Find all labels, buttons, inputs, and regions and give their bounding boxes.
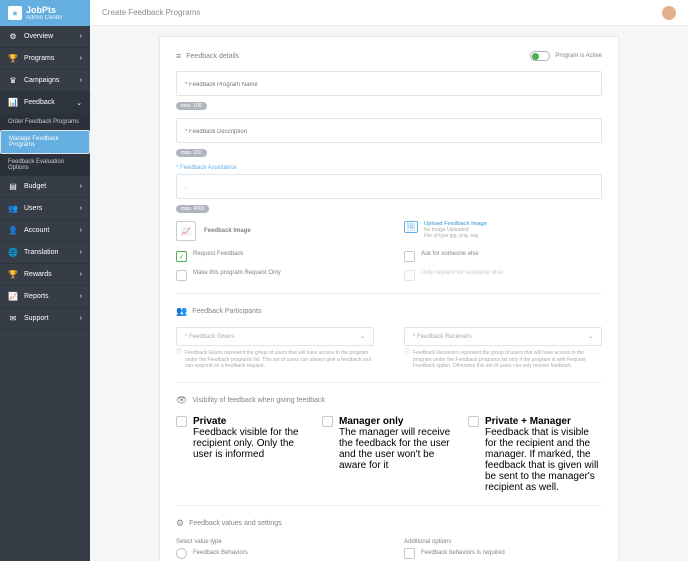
image-thumb: 📈 xyxy=(176,221,196,241)
nav-rewards[interactable]: 🏆Rewards› xyxy=(0,264,90,286)
desc-max-tag: max. 160 xyxy=(176,149,207,157)
chevron-right-icon: › xyxy=(80,249,82,256)
program-name-input[interactable] xyxy=(185,82,593,88)
info-icon: ⓘ xyxy=(404,350,410,370)
only-else-label: Only request for someone else xyxy=(421,270,503,276)
nav-programs[interactable]: 🏆Programs› xyxy=(0,48,90,70)
request-only-label: Make this program Request Only xyxy=(193,270,281,276)
request-feedback-label: Request Feedback xyxy=(193,251,243,257)
brand-name: JobPts xyxy=(26,6,63,15)
eye-icon: 👁 xyxy=(176,395,187,406)
page-title: Create Feedback Programs xyxy=(102,8,200,17)
gear-icon: ⚙ xyxy=(176,518,184,529)
vis-manager-title: Manager only xyxy=(339,416,456,427)
trophy-icon: 🏆 xyxy=(8,270,18,279)
chevron-right-icon: › xyxy=(80,293,82,300)
info-icon: ⓘ xyxy=(176,350,182,370)
brand-logo: ★ JobPts Admin Center xyxy=(0,0,90,26)
image-label: Feedback Image xyxy=(204,228,251,234)
additional-options-label: Additional options xyxy=(404,539,602,545)
chevron-right-icon: › xyxy=(80,271,82,278)
vis-private-desc: Feedback visible for the recipient only.… xyxy=(193,427,310,460)
chevron-right-icon: › xyxy=(80,227,82,234)
section-visibility-title: Visibility of feedback when giving feedb… xyxy=(192,397,325,404)
vis-both-desc: Feedback that is visible for the recipie… xyxy=(485,427,602,493)
nav-users[interactable]: 👥Users› xyxy=(0,198,90,220)
assistance-label: * Feedback Assistance xyxy=(176,165,602,171)
receivers-note: Feedback Receivers represent the group o… xyxy=(413,350,602,370)
vis-manager-desc: The manager will receive the feedback fo… xyxy=(339,427,456,471)
assistance-field[interactable] xyxy=(176,174,602,199)
nav-reports[interactable]: 📈Reports› xyxy=(0,286,90,308)
nav-feedback[interactable]: 📊Feedback⌄ xyxy=(0,92,90,114)
sub-evaluation-options[interactable]: Feedback Evaluation Options xyxy=(0,154,90,176)
nav-campaigns[interactable]: ♛Campaigns› xyxy=(0,70,90,92)
value-type-label: Select value type xyxy=(176,539,374,545)
ask-else-checkbox[interactable] xyxy=(404,251,415,262)
chevron-right-icon: › xyxy=(80,77,82,84)
vis-both-title: Private + Manager xyxy=(485,416,602,427)
section-participants-title: Feedback Participants xyxy=(192,308,261,315)
receivers-select[interactable]: * Feedback Receivers⌄ xyxy=(404,327,602,346)
user-icon: 👤 xyxy=(8,226,18,235)
upload-image[interactable]: 🖼 Upload Feedback Image No Image Uploade… xyxy=(404,221,602,241)
list-icon: ▤ xyxy=(8,182,18,191)
request-feedback-checkbox[interactable]: ✓ xyxy=(176,251,187,262)
globe-icon: 🌐 xyxy=(8,248,18,257)
trophy-icon: 🏆 xyxy=(8,54,18,63)
logo-icon: ★ xyxy=(8,6,22,20)
chevron-down-icon: ⌄ xyxy=(360,333,365,340)
radio-behaviors[interactable] xyxy=(176,548,187,559)
upload-icon: 🖼 xyxy=(404,221,418,233)
users-icon: 👥 xyxy=(8,204,18,213)
reports-icon: 📈 xyxy=(8,292,18,301)
sub-order-programs[interactable]: Order Feedback Programs xyxy=(0,114,90,130)
only-else-checkbox xyxy=(404,270,415,281)
nav-overview[interactable]: ⚙Overview› xyxy=(0,26,90,48)
gauge-icon: ⚙ xyxy=(8,32,18,41)
ask-else-label: Ask for someone else xyxy=(421,251,479,257)
program-desc-input[interactable] xyxy=(185,129,593,135)
program-desc-field[interactable] xyxy=(176,118,602,143)
assistance-input[interactable] xyxy=(185,185,593,191)
chart-icon: 📊 xyxy=(8,98,18,107)
crown-icon: ♛ xyxy=(8,76,18,85)
chevron-down-icon: ⌄ xyxy=(588,333,593,340)
givers-note: Feedback Givers represent the group of u… xyxy=(185,350,374,370)
nav-support[interactable]: ✉Support› xyxy=(0,308,90,330)
program-name-field[interactable] xyxy=(176,71,602,96)
active-label: Program is Active xyxy=(555,53,602,59)
section-values-title: Feedback values and settings xyxy=(189,520,282,527)
vis-private-checkbox[interactable] xyxy=(176,416,187,427)
nav-account[interactable]: 👤Account› xyxy=(0,220,90,242)
chevron-right-icon: › xyxy=(80,315,82,322)
participants-icon: 👥 xyxy=(176,306,187,317)
assist-max-tag: max. 4000 xyxy=(176,205,209,213)
vis-manager-checkbox[interactable] xyxy=(322,416,333,427)
nav-budget[interactable]: ▤Budget› xyxy=(0,176,90,198)
active-toggle[interactable] xyxy=(530,51,550,61)
chevron-right-icon: › xyxy=(80,55,82,62)
section-details-title: Feedback details xyxy=(186,53,239,60)
chk-behaviors-required[interactable] xyxy=(404,548,415,559)
chevron-right-icon: › xyxy=(80,33,82,40)
vis-private-title: Private xyxy=(193,416,310,427)
sub-manage-programs[interactable]: Manage Feedback Programs xyxy=(0,130,90,154)
name-max-tag: max. 100 xyxy=(176,102,207,110)
vis-both-checkbox[interactable] xyxy=(468,416,479,427)
avatar[interactable] xyxy=(662,6,676,20)
upload-hint: File of type jpg, png, svg xyxy=(424,233,487,239)
chevron-down-icon: ⌄ xyxy=(76,99,82,107)
nav-translation[interactable]: 🌐Translation› xyxy=(0,242,90,264)
brand-sub: Admin Center xyxy=(26,15,63,21)
request-only-checkbox[interactable] xyxy=(176,270,187,281)
givers-select[interactable]: * Feedback Givers⌄ xyxy=(176,327,374,346)
chevron-right-icon: › xyxy=(80,205,82,212)
mail-icon: ✉ xyxy=(8,314,18,323)
list-icon: ≡ xyxy=(176,51,181,61)
chevron-right-icon: › xyxy=(80,183,82,190)
